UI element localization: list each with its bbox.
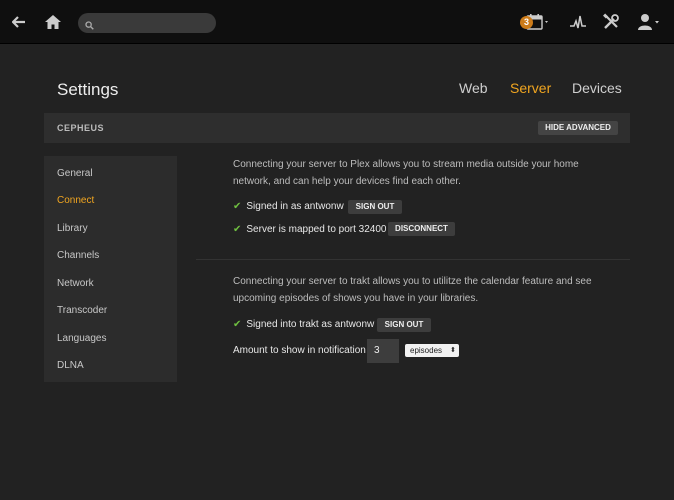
port-status: ✔ Server is mapped to port 32400 xyxy=(233,224,386,235)
page-title: Settings xyxy=(57,80,119,99)
calendar-badge: 3 xyxy=(520,16,533,29)
sidebar-item-library[interactable]: Library xyxy=(57,223,88,234)
sidebar-item-languages[interactable]: Languages xyxy=(57,333,107,344)
top-bar: 3 xyxy=(0,0,674,44)
tab-server[interactable]: Server xyxy=(510,80,551,96)
back-arrow-icon[interactable] xyxy=(10,0,28,44)
tab-devices[interactable]: Devices xyxy=(572,80,622,96)
search-input[interactable] xyxy=(78,13,216,33)
sidebar-item-network[interactable]: Network xyxy=(57,278,94,289)
check-icon: ✔ xyxy=(233,319,242,330)
server-name: CEPHEUS xyxy=(57,123,105,133)
notification-unit-select[interactable]: episodes ⬍ xyxy=(405,344,459,357)
select-arrows-icon: ⬍ xyxy=(450,347,456,354)
notification-amount-input[interactable]: 3 xyxy=(367,339,399,363)
check-icon: ✔ xyxy=(233,201,242,212)
sidebar-item-channels[interactable]: Channels xyxy=(57,250,99,261)
activity-icon[interactable] xyxy=(568,0,588,44)
sidebar-item-general[interactable]: General xyxy=(57,168,93,179)
notification-amount-label: Amount to show in notification xyxy=(233,345,366,356)
check-icon: ✔ xyxy=(233,224,242,235)
notification-unit-value: episodes xyxy=(410,346,443,355)
tab-web[interactable]: Web xyxy=(459,80,488,96)
home-icon[interactable] xyxy=(43,0,63,44)
settings-sidebar: General Connect Library Channels Network… xyxy=(44,156,177,382)
sidebar-item-connect[interactable]: Connect xyxy=(57,195,94,206)
plex-signin-status: ✔ Signed in as antwonw xyxy=(233,201,344,212)
disconnect-button[interactable]: DISCONNECT xyxy=(388,222,455,236)
trakt-description: Connecting your server to trakt allows y… xyxy=(233,276,592,304)
sidebar-item-dlna[interactable]: DLNA xyxy=(57,360,84,371)
search-icon xyxy=(85,17,94,35)
hide-advanced-button[interactable]: HIDE ADVANCED xyxy=(538,121,618,135)
tools-icon[interactable] xyxy=(601,0,621,44)
port-status-text: Server is mapped to port 32400 xyxy=(246,224,387,235)
sidebar-item-transcoder[interactable]: Transcoder xyxy=(57,305,107,316)
connect-description: Connecting your server to Plex allows yo… xyxy=(233,159,579,187)
trakt-signin-text: Signed into trakt as antwonw xyxy=(246,319,375,330)
user-icon[interactable] xyxy=(636,0,664,44)
plex-sign-out-button[interactable]: SIGN OUT xyxy=(348,200,402,214)
trakt-signin-status: ✔ Signed into trakt as antwonw xyxy=(233,319,374,330)
trakt-sign-out-button[interactable]: SIGN OUT xyxy=(377,318,431,332)
server-bar: CEPHEUS HIDE ADVANCED xyxy=(44,113,630,143)
section-divider xyxy=(196,259,630,260)
plex-signin-text: Signed in as antwonw xyxy=(246,201,344,212)
